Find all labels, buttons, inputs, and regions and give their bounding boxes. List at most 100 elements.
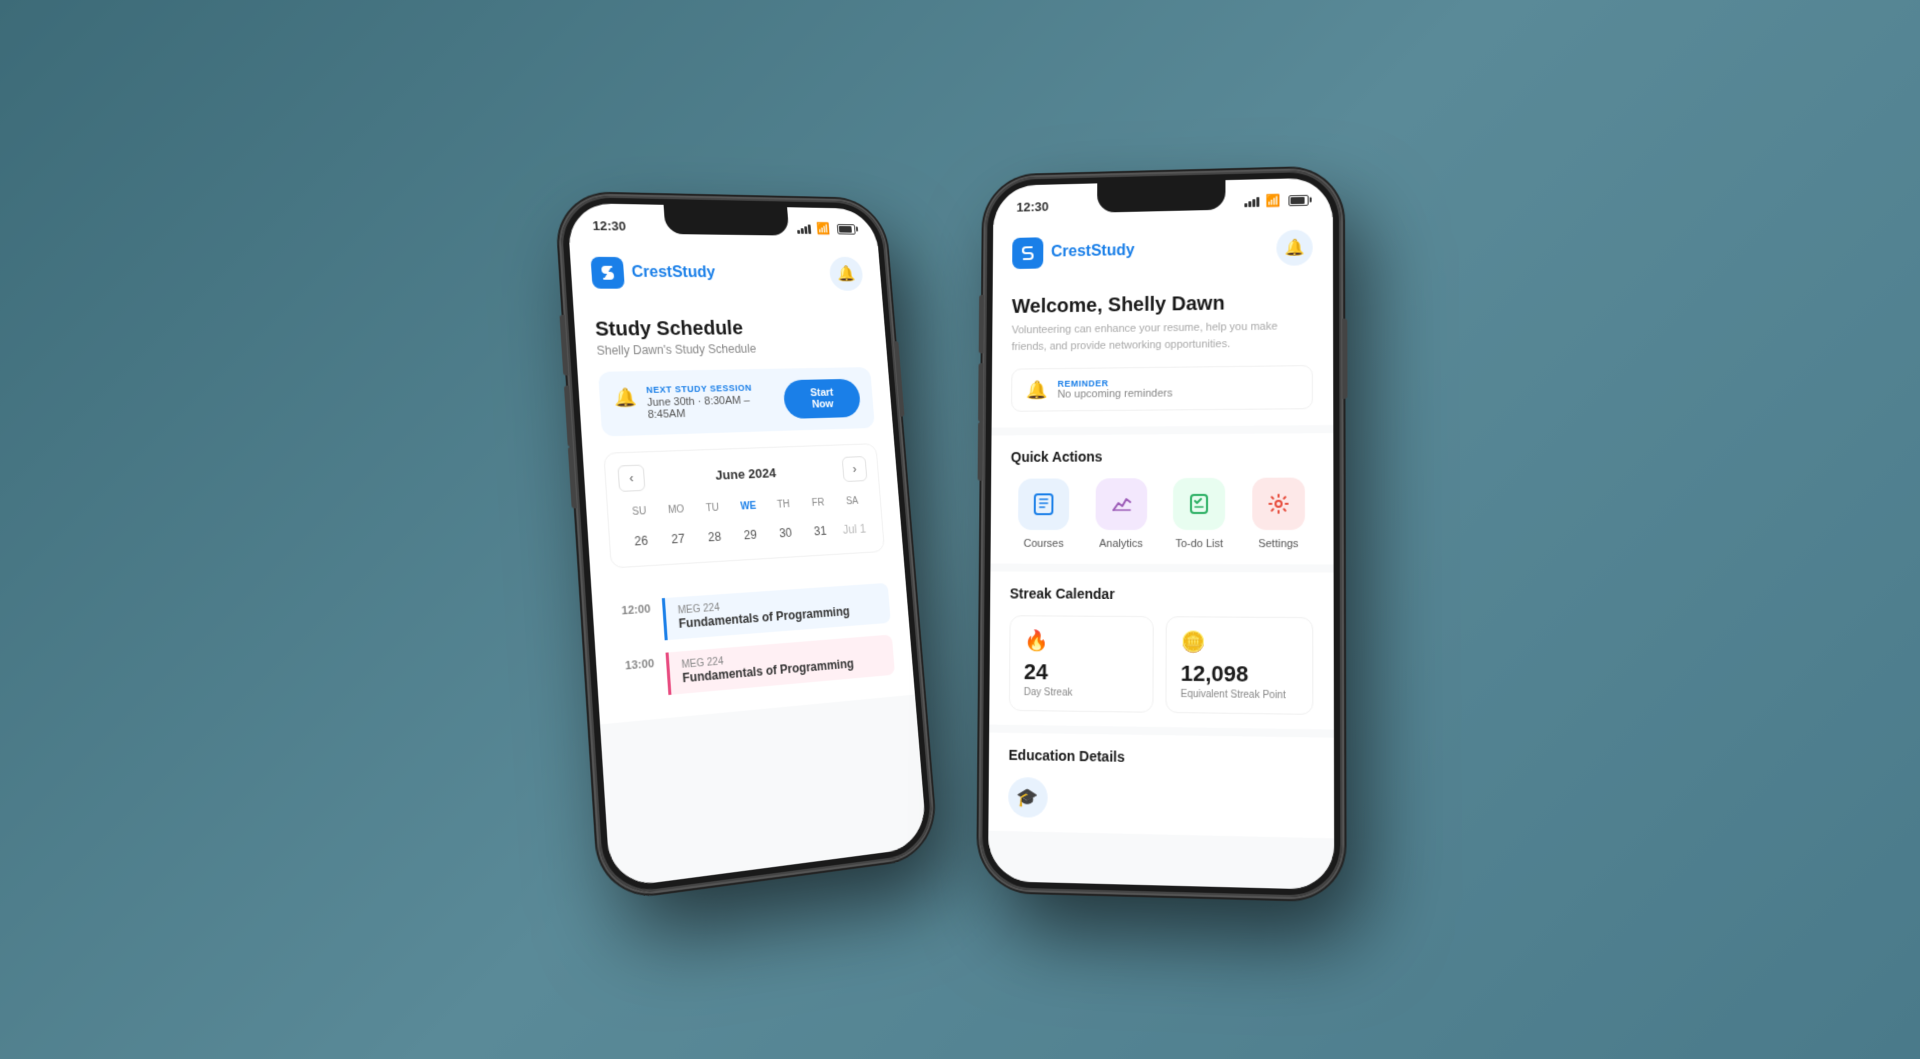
reminder-label: REMINDER [1057,377,1172,388]
logo-area-left: CrestStudy [591,256,717,288]
left-phone-screen: 12:30 📶 [567,202,928,888]
cal-date-28[interactable]: 28 [696,523,734,549]
education-title: Education Details [1009,746,1314,767]
quick-actions-title: Quick Actions [1011,447,1313,465]
calendar-nav: ‹ June 2024 › [617,456,867,492]
day-wed: WE [730,497,767,516]
analytics-label: Analytics [1099,537,1143,549]
app-header-right: CrestStudy 🔔 [993,217,1333,283]
action-analytics[interactable]: Analytics [1087,478,1155,550]
action-courses[interactable]: Courses [1010,478,1078,549]
analytics-icon-box [1095,478,1147,530]
welcome-section: Welcome, Shelly Dawn Volunteering can en… [992,276,1334,427]
action-todo[interactable]: To-do List [1165,477,1234,549]
education-section: Education Details 🎓 [988,732,1334,838]
streak-title: Streak Calendar [1010,585,1314,602]
status-time-right: 12:30 [1016,198,1048,213]
signal-icon-right [1244,195,1259,207]
app-logo-left [591,256,625,288]
education-icon: 🎓 [1008,776,1048,817]
streak-day-label: Day Streak [1024,687,1139,699]
status-icons-right: 📶 [1244,192,1308,207]
right-phone: 12:30 📶 [980,169,1342,898]
todo-icon-box [1173,477,1225,529]
welcome-title: Welcome, Shelly Dawn [1012,291,1313,319]
reminder-text: No upcoming reminders [1057,387,1172,400]
day-tue: TU [694,499,731,518]
calendar-month: June 2024 [715,464,777,481]
schedule-item-1300: 13:00 MEG 224 Fundamentals of Programmin… [617,634,895,699]
next-session-card: 🔔 NEXT STUDY SESSION June 30th · 8:30AM … [598,367,875,436]
cal-date-29[interactable]: 29 [732,522,769,548]
settings-label: Settings [1258,538,1298,550]
status-time-left: 12:30 [592,217,626,232]
session-bell-icon: 🔔 [613,387,637,409]
page-title-left: Study Schedule [595,317,868,342]
schedule-time-1300: 13:00 [617,653,657,699]
schedule-card-pink[interactable]: MEG 224 Fundamentals of Programming [666,634,895,695]
left-phone: 12:30 📶 [558,194,935,897]
flame-icon: 🔥 [1024,628,1139,654]
cal-date-31[interactable]: 31 [802,518,838,543]
day-sun: SU [620,502,658,521]
reminder-bell-icon: 🔔 [1026,379,1048,400]
phones-container: 12:30 📶 [580,170,1340,890]
battery-icon-left [837,223,856,234]
left-screen-content: CrestStudy 🔔 Study Schedule Shelly Dawn'… [569,242,927,888]
action-settings[interactable]: Settings [1244,477,1313,550]
cal-date-27[interactable]: 27 [659,525,697,551]
session-info: 🔔 NEXT STUDY SESSION June 30th · 8:30AM … [613,382,785,422]
notch-right [1097,180,1225,213]
day-fri: FR [800,494,836,512]
quick-actions-grid: Courses Analytics [1010,477,1313,550]
calendar-days-header: SU MO TU WE TH FR SA [620,492,870,521]
calendar-dates: 26 27 28 29 30 31 Jul 1 [622,516,873,554]
streak-card-points: 🪙 12,098 Equivalent Streak Point [1165,616,1313,715]
quick-actions-section: Quick Actions Courses [991,433,1334,564]
streak-grid: 🔥 24 Day Streak 🪙 12,098 Equivalent Stre… [1009,615,1313,715]
notification-bell-right[interactable]: 🔔 [1276,229,1312,265]
page-content-left: Study Schedule Shelly Dawn's Study Sched… [573,301,906,602]
welcome-subtitle: Volunteering can enhance your resume, he… [1012,318,1313,355]
session-label: NEXT STUDY SESSION [646,382,784,395]
todo-label: To-do List [1175,538,1223,550]
streak-point-label: Equivalent Streak Point [1181,688,1298,701]
notification-bell-left[interactable]: 🔔 [829,256,864,290]
courses-label: Courses [1024,537,1064,549]
signal-icon-left [797,222,812,234]
day-sat: SA [835,492,870,510]
cal-date-30[interactable]: 30 [767,520,804,546]
logo-area-right: CrestStudy [1012,235,1134,269]
wifi-icon-right: 📶 [1265,193,1280,207]
cal-date-26[interactable]: 26 [622,527,661,554]
notch-left [664,204,790,235]
right-phone-screen: 12:30 📶 [988,177,1334,890]
status-icons-left: 📶 [797,221,856,235]
streak-card-days: 🔥 24 Day Streak [1009,615,1154,713]
app-header-left: CrestStudy 🔔 [569,242,882,302]
logo-text-right: CrestStudy [1051,242,1135,261]
day-mon: MO [657,500,695,519]
coin-icon: 🪙 [1181,629,1298,655]
streak-section: Streak Calendar 🔥 24 Day Streak 🪙 12,098… [989,571,1334,729]
session-time: June 30th · 8:30AM – 8:45AM [647,393,786,420]
right-screen-content: CrestStudy 🔔 Welcome, Shelly Dawn Volunt… [988,217,1334,890]
day-thu: TH [765,495,801,513]
cal-date-jul1[interactable]: Jul 1 [836,516,872,541]
prev-month-button[interactable]: ‹ [617,464,645,491]
schedule-time-1200: 12:00 [613,599,653,644]
start-now-button[interactable]: Start Now [783,378,862,418]
wifi-icon-left: 📶 [816,221,831,234]
app-logo-right [1012,237,1043,269]
reminder-banner: 🔔 REMINDER No upcoming reminders [1011,365,1313,412]
page-subtitle-left: Shelly Dawn's Study Schedule [596,340,869,357]
calendar-section: ‹ June 2024 › SU MO TU WE TH FR SA [603,443,885,568]
next-month-button[interactable]: › [842,456,868,482]
logo-text-left: CrestStudy [631,264,716,282]
courses-icon-box [1018,478,1069,530]
streak-day-count: 24 [1024,659,1139,686]
streak-point-count: 12,098 [1181,660,1298,688]
settings-icon-box [1252,477,1305,529]
schedule-list: 12:00 MEG 224 Fundamentals of Programmin… [592,581,915,724]
battery-icon-right [1288,194,1308,205]
